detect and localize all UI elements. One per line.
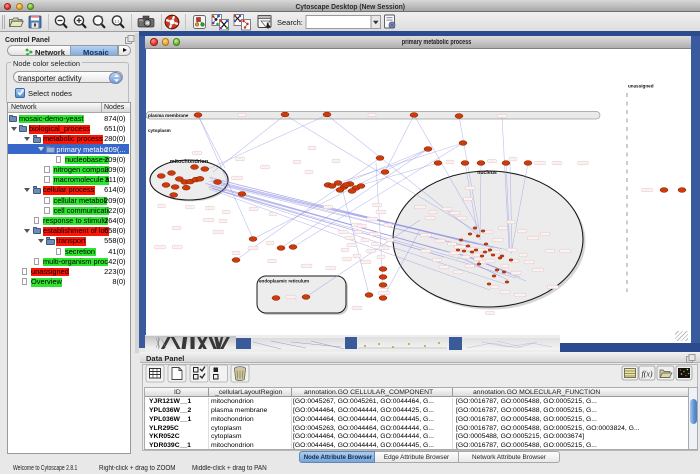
svg-text:1:1: 1:1	[115, 20, 120, 24]
svg-text:f(x): f(x)	[641, 370, 652, 379]
svg-text:endoplasmic reticulum: endoplasmic reticulum	[259, 279, 309, 284]
svg-text:cytoplasm: cytoplasm	[148, 128, 171, 133]
svg-text:unassigned: unassigned	[628, 84, 654, 89]
svg-text:mitochondrion: mitochondrion	[170, 159, 209, 165]
svg-text:nucleus: nucleus	[477, 170, 497, 176]
svg-text:Search:: Search:	[277, 18, 303, 27]
svg-text:plasma membrane: plasma membrane	[148, 113, 189, 118]
